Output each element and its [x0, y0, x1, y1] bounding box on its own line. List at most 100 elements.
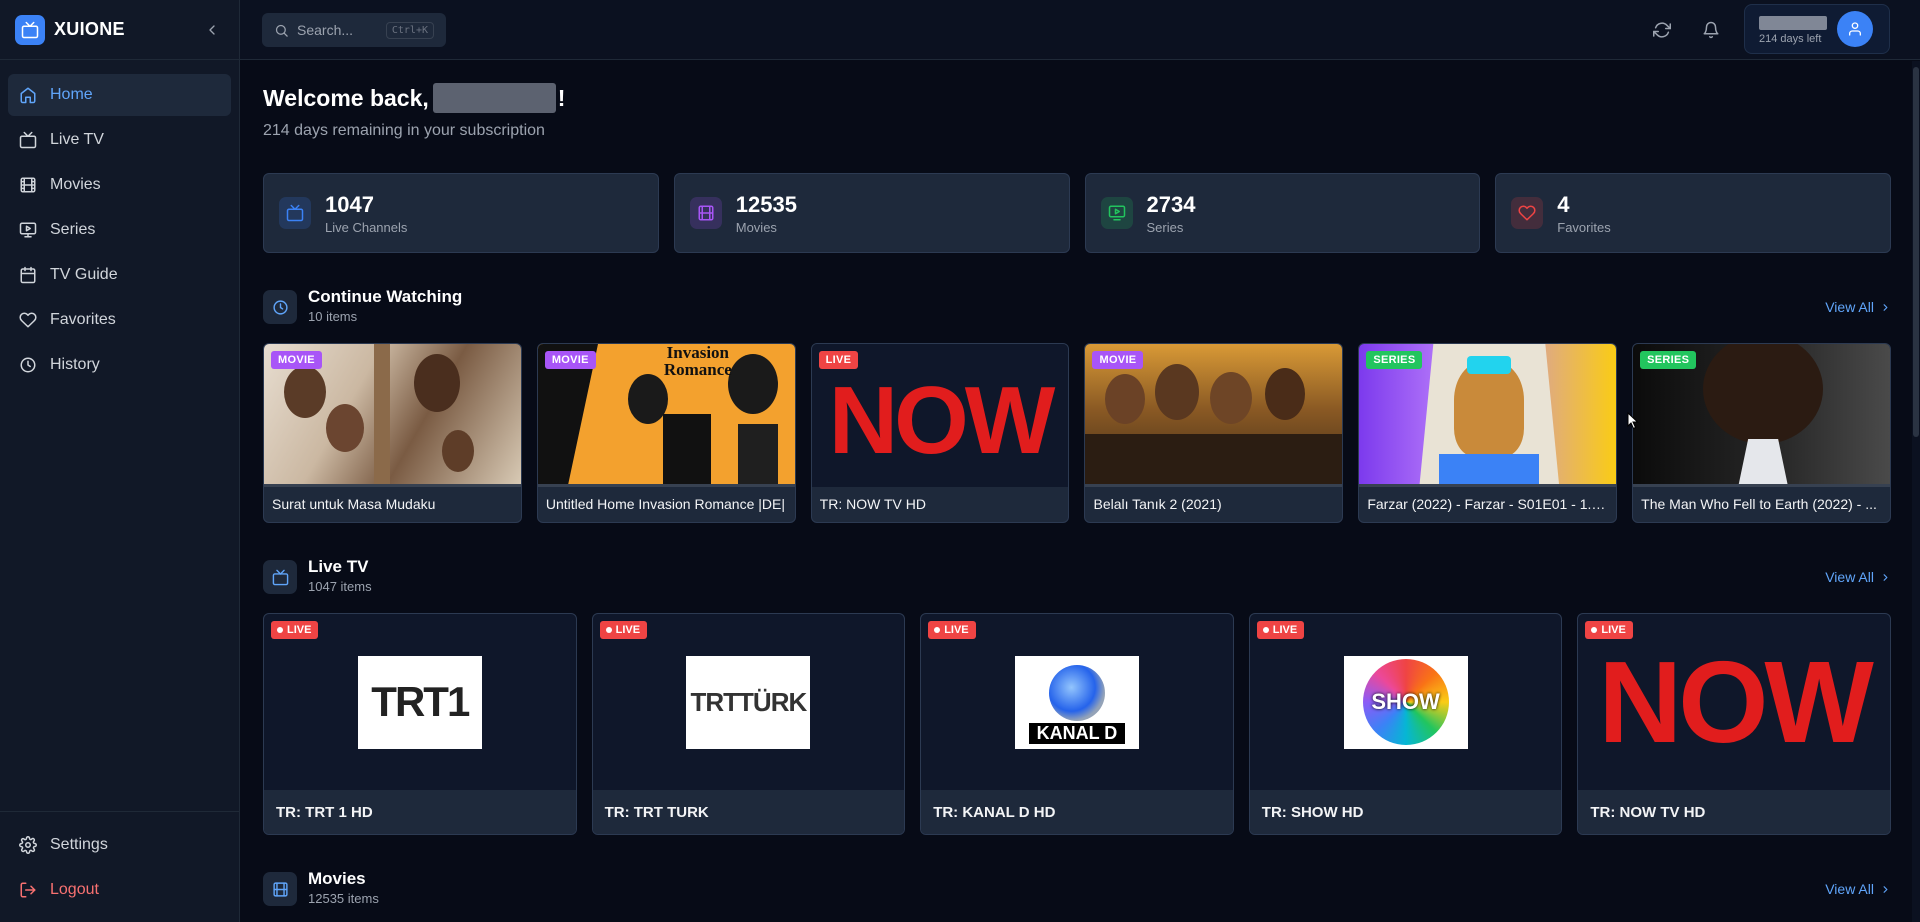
- channel-card[interactable]: TRT1 LIVE TR: TRT 1 HD: [263, 613, 577, 835]
- channel-title: TR: NOW TV HD: [1590, 804, 1706, 821]
- sidebar-bottom: Settings Logout: [0, 811, 239, 922]
- user-menu[interactable]: 214 days left: [1744, 4, 1890, 54]
- chevron-right-icon: [1883, 573, 1888, 581]
- collapse-sidebar-button[interactable]: [200, 18, 224, 42]
- stat-card-series[interactable]: 2734 Series: [1084, 173, 1481, 253]
- view-all-link[interactable]: View All: [1825, 299, 1891, 315]
- stat-value: 4: [1557, 191, 1570, 217]
- chevron-left-icon: [209, 24, 215, 35]
- channel-logo: SHOW: [1343, 655, 1468, 749]
- heart-icon: [1511, 197, 1544, 229]
- topbar: Search... Ctrl+K 214 days left: [240, 0, 1920, 60]
- badge-live: LIVE: [599, 621, 648, 639]
- sidebar-item-movies[interactable]: Movies: [8, 164, 231, 206]
- badge-live: LIVE: [271, 621, 319, 639]
- card-title: Untitled Home Invasion Romance |DE|: [545, 496, 785, 512]
- sidebar-item-favorites[interactable]: Favorites: [8, 299, 231, 341]
- avatar[interactable]: [1837, 11, 1873, 47]
- sidebar-item-live-tv[interactable]: Live TV: [8, 119, 231, 161]
- sidebar-item-settings[interactable]: Settings: [8, 824, 231, 866]
- search-shortcut: Ctrl+K: [385, 21, 434, 39]
- channel-title: TR: TRT 1 HD: [276, 804, 373, 821]
- section-live-tv-header: Live TV 1047 items View All: [263, 557, 1891, 597]
- tv-icon: [263, 560, 297, 594]
- card-title: TR: NOW TV HD: [819, 496, 926, 512]
- card-title: Surat untuk Masa Mudaku: [272, 496, 436, 512]
- welcome-suffix: !: [557, 84, 566, 111]
- stat-card-live-channels[interactable]: 1047 Live Channels: [263, 173, 659, 253]
- channel-card[interactable]: NOW LIVE TR: NOW TV HD: [1577, 613, 1891, 835]
- continue-card[interactable]: MOVIE Surat untuk Masa Mudaku: [263, 343, 522, 523]
- sidebar: XUIONE Home Live TV Movies Series TV Gui…: [0, 0, 240, 922]
- refresh-button[interactable]: [1650, 18, 1674, 42]
- badge-movie: MOVIE: [271, 351, 322, 369]
- tv-logo-icon: [15, 14, 45, 45]
- channel-title: TR: SHOW HD: [1261, 804, 1364, 821]
- main-content: Welcome back, ! 214 days remaining in yo…: [240, 61, 1920, 922]
- continue-card[interactable]: MOVIE Belalı Tanık 2 (2021): [1084, 343, 1344, 523]
- progress-bar: [264, 484, 521, 487]
- calendar-icon: [20, 266, 36, 284]
- continue-card[interactable]: NOW LIVE TR: NOW TV HD: [810, 343, 1070, 523]
- channel-logo-text: KANAL D: [1028, 722, 1126, 744]
- channel-card[interactable]: KANAL D LIVE TR: KANAL D HD: [920, 613, 1234, 835]
- sidebar-item-history[interactable]: History: [8, 344, 231, 386]
- badge-movie: MOVIE: [544, 351, 596, 369]
- section-count: 1047 items: [308, 579, 372, 594]
- film-icon: [20, 177, 36, 193]
- stat-label: Live Channels: [325, 219, 408, 235]
- section-count: 12535 items: [308, 891, 379, 906]
- channel-card[interactable]: SHOW LIVE TR: SHOW HD: [1248, 613, 1563, 835]
- scrollbar[interactable]: [1912, 61, 1920, 922]
- sidebar-item-label: Live TV: [50, 131, 104, 148]
- stat-label: Movies: [735, 219, 777, 235]
- sidebar-item-home[interactable]: Home: [8, 74, 231, 116]
- badge-series: SERIES: [1366, 351, 1423, 369]
- stats-row: 1047 Live Channels 12535 Movies 2734 Ser…: [263, 173, 1891, 253]
- progress-bar: [537, 484, 795, 487]
- tv-icon: [279, 197, 311, 229]
- clock-icon: [263, 290, 297, 324]
- channel-logo-text: SHOW: [1371, 689, 1440, 714]
- channel-logo-text: TRTTÜRK: [690, 686, 808, 717]
- username-redacted: [432, 83, 556, 113]
- notifications-button[interactable]: [1699, 18, 1723, 42]
- section-count: 10 items: [308, 309, 358, 324]
- search-input[interactable]: Search... Ctrl+K: [262, 13, 446, 47]
- sidebar-item-series[interactable]: Series: [8, 209, 231, 251]
- film-icon: [263, 872, 297, 906]
- tv-icon: [19, 131, 37, 149]
- channel-title: TR: KANAL D HD: [933, 804, 1056, 821]
- sidebar-item-logout[interactable]: Logout: [8, 869, 231, 911]
- section-title: Movies: [308, 869, 366, 888]
- scrollbar-thumb[interactable]: [1913, 67, 1919, 437]
- continue-card[interactable]: SERIES The Man Who Fell to Earth (2022) …: [1632, 343, 1891, 523]
- poster-title: Invasion Romance: [663, 344, 732, 379]
- channel-card[interactable]: TRTTÜRK LIVE TR: TRT TURK: [591, 613, 906, 835]
- home-icon: [20, 87, 36, 104]
- bell-icon: [1703, 21, 1719, 39]
- card-title: The Man Who Fell to Earth (2022) - ...: [1641, 496, 1877, 512]
- mouse-cursor-icon: [1627, 412, 1639, 430]
- sidebar-item-label: Logout: [50, 881, 99, 898]
- continue-card[interactable]: SERIES Farzar (2022) - Farzar - S01E01 -…: [1358, 343, 1618, 523]
- view-all-link[interactable]: View All: [1825, 569, 1891, 585]
- sidebar-item-label: Home: [50, 86, 93, 103]
- subscription-subtitle: 214 days remaining in your subscription: [263, 122, 545, 139]
- live-dot-icon: [1591, 627, 1598, 633]
- view-all-label: View All: [1825, 569, 1874, 585]
- progress-bar: [1633, 484, 1890, 487]
- monitor-play-icon: [1100, 197, 1133, 229]
- sidebar-item-tv-guide[interactable]: TV Guide: [8, 254, 231, 296]
- brand-name: XUIONE: [54, 19, 125, 39]
- continue-watching-row: MOVIE Surat untuk Masa Mudaku Invasion R…: [263, 343, 1891, 523]
- stat-card-favorites[interactable]: 4 Favorites: [1495, 173, 1891, 253]
- continue-card[interactable]: Invasion Romance MOVIE Untitled Home Inv…: [536, 343, 796, 523]
- now-tv-logo: NOW: [1598, 637, 1873, 767]
- view-all-link[interactable]: View All: [1825, 881, 1891, 897]
- view-all-label: View All: [1825, 299, 1874, 315]
- section-title: Continue Watching: [308, 287, 463, 306]
- stat-label: Favorites: [1557, 219, 1611, 235]
- card-title: Farzar (2022) - Farzar - S01E01 - 1. B..…: [1367, 496, 1609, 512]
- stat-card-movies[interactable]: 12535 Movies: [673, 173, 1070, 253]
